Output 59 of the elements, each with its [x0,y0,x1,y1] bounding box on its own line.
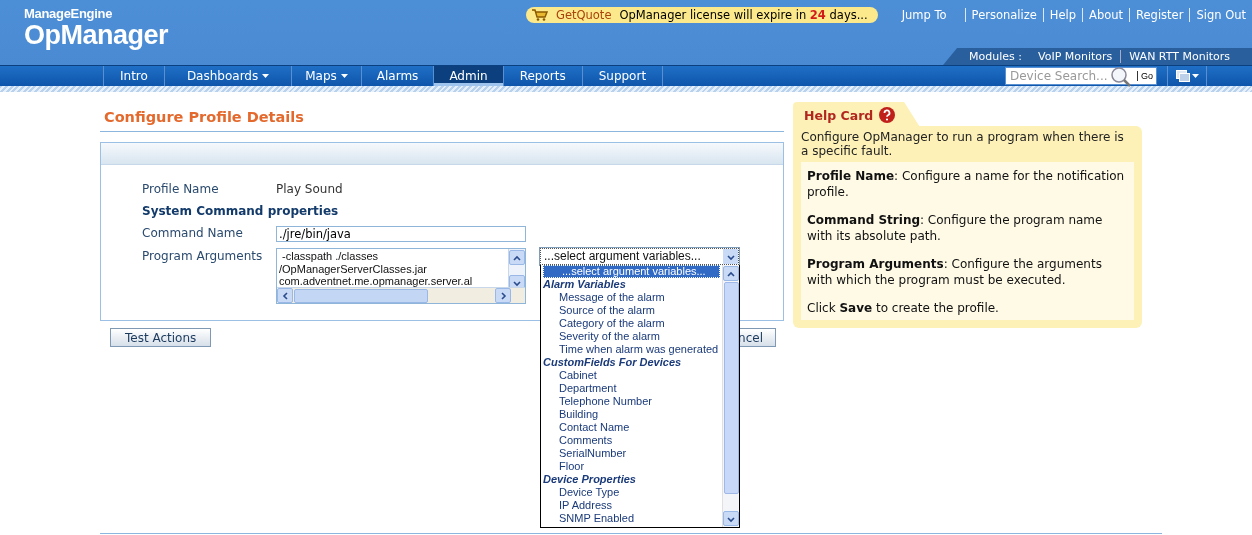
field-label: Profile Name [142,181,220,197]
search-icon [1110,66,1132,88]
go-button[interactable]: Go [1137,71,1156,81]
help-paragraph: Program Arguments: Configure the arguments with which the program must be executed. [807,256,1103,288]
modules-label: Modules : [969,50,1022,63]
device-search-field[interactable]: Device Search... Go [1005,67,1157,85]
help-paragraph: Click Save to create the profile. [807,300,1000,316]
help-paragraph: Profile Name: Configure a name for the notification profile. [807,168,1126,200]
test-actions-button[interactable]: Test Actions [110,328,212,347]
dropdown-option[interactable]: ...select argument variables... [543,265,720,278]
module-link[interactable]: VoIP Monitors [1030,50,1121,63]
dropdown-option[interactable]: IP Address [541,499,722,512]
arguments-field[interactable]: -classpath ./classes /OpManagerServerClasses.jar com.adventnet.me.opmanager.server.al [276,248,526,304]
module-link[interactable]: WAN RTT Monitors [1120,50,1238,63]
scroll-down-icon[interactable] [513,278,521,287]
dropdown-option[interactable]: Cabinet [541,369,722,382]
help-icon [879,107,896,123]
dropdown-option[interactable]: Department [541,382,722,395]
help-paragraph: Command String: Configure the program name with its absolute path. [807,212,1104,244]
dropdown-option[interactable]: Source of the alarm [541,304,722,317]
scroll-up-icon[interactable] [513,253,521,262]
scroll-down-icon[interactable] [727,514,735,523]
dropdown-option[interactable]: Message of the alarm [541,291,722,304]
caret-icon [1191,74,1199,78]
brand-name: ManageEngine [24,6,114,21]
profile-name-value: Play Sound [276,181,344,197]
option-group-label: Device Properties [542,473,637,486]
scroll-right-icon[interactable] [499,291,507,300]
section-heading: System Command properties [142,203,340,219]
argument-variables-select[interactable]: ...select argument variables... [540,248,739,265]
help-card-title: Help Card [804,107,874,123]
scroll-left-icon[interactable] [281,291,289,300]
windows-icon [1175,70,1190,82]
dropdown-option[interactable]: Telephone Number [541,395,722,408]
help-intro: Configure OpManager to run a program when there is a specific fault. [801,130,1125,158]
dropdown-option[interactable]: Floor [541,460,722,473]
dropdown-option[interactable]: Contact Name [541,421,722,434]
scrollbar-thumb[interactable] [294,289,428,303]
option-group-label: CustomFields For Devices [542,356,683,369]
dropdown-option[interactable]: Device Type [541,486,722,499]
dropdown-option[interactable]: Comments [541,434,722,447]
dropdown-option[interactable]: SerialNumber [541,447,722,460]
field-label: Program Arguments [142,248,264,264]
product-logo: OpManager [24,21,169,49]
dropdown-option[interactable]: Building [541,408,722,421]
page-title: Configure Profile Details [100,109,784,132]
option-group-label: Alarm Variables [542,278,627,291]
get-quote-link[interactable]: GetQuote [556,8,612,22]
dropdown-option[interactable]: SNMP Enabled [541,512,722,525]
nav-tab[interactable]: Admin [433,66,503,86]
list-scrollbar[interactable] [722,265,739,527]
command-name-field[interactable]: ./jre/bin/java [276,226,526,242]
dropdown-option[interactable]: Severity of the alarm [541,330,722,343]
dropdown-option[interactable]: Time when alarm was generated [541,343,722,356]
cart-icon [532,9,548,21]
license-message: OpManager license will expire in 24 days... [619,8,868,22]
field-label: Command Name [142,225,244,241]
scroll-up-icon[interactable] [727,269,735,278]
dropdown-option[interactable]: Category of the alarm [541,317,722,330]
